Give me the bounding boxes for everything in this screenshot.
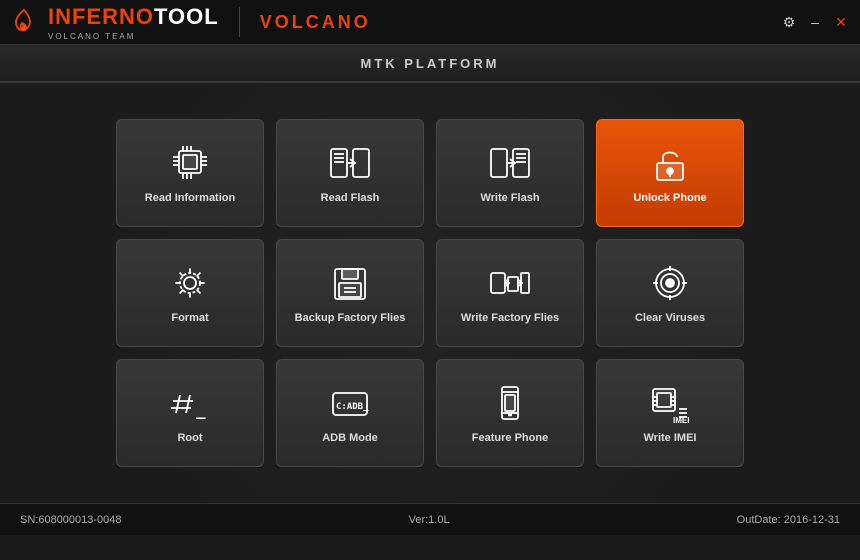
backup-factory-button[interactable]: Backup Factory Flies [276,239,424,347]
clear-viruses-button[interactable]: Clear Viruses [596,239,744,347]
window-controls: ⚙ – ✕ [780,13,850,31]
outdate: OutDate: 2016-12-31 [737,514,840,526]
unlock-phone-button[interactable]: Unlock Phone [596,119,744,227]
platform-label: MTK PLATFORM [360,56,499,71]
write-imei-button[interactable]: IMEI Write IMEI [596,359,744,467]
svg-text:C:ADB_: C:ADB_ [336,402,369,412]
logo-tool: TOOL [154,4,219,29]
clear-viruses-label: Clear Viruses [635,312,705,325]
flash-write-icon [485,141,535,186]
feature-phone-button[interactable]: Feature Phone [436,359,584,467]
adb-mode-label: ADB Mode [322,432,378,445]
factory-write-icon [485,261,535,306]
lock-open-icon [645,141,695,186]
divider [239,7,240,37]
team-name: VOLCANO TEAM [48,32,219,41]
read-flash-label: Read Flash [321,192,380,205]
adb-mode-button[interactable]: C:ADB_ ADB Mode [276,359,424,467]
backup-factory-label: Backup Factory Flies [295,312,406,325]
write-flash-label: Write Flash [480,192,539,205]
read-information-button[interactable]: Read Information [116,119,264,227]
flame-icon [10,8,38,36]
write-flash-button[interactable]: Write Flash [436,119,584,227]
product-label: VOLCANO [260,12,371,33]
status-bar: SN:608000013-0048 Ver:1.0L OutDate: 2016… [0,503,860,535]
close-button[interactable]: ✕ [832,13,850,31]
unlock-phone-label: Unlock Phone [633,192,706,205]
title-bar: INFERNOTOOL VOLCANO TEAM VOLCANO ⚙ – ✕ [0,0,860,45]
logo-inferno: INFERNO [48,4,154,29]
imei-icon: IMEI [645,381,695,426]
serial-number: SN:608000013-0048 [20,514,122,526]
button-grid: Read Information Read Flash Write Flash … [116,119,744,467]
read-information-label: Read Information [145,192,235,205]
write-factory-label: Write Factory Flies [461,312,559,325]
logo-text: INFERNOTOOL [48,4,219,30]
gear-icon [165,261,215,306]
root-button[interactable]: _ Root [116,359,264,467]
chip-icon [165,141,215,186]
format-button[interactable]: Format [116,239,264,347]
main-content: Read Information Read Flash Write Flash … [0,83,860,503]
root-label: Root [177,432,202,445]
minimize-button[interactable]: – [806,13,824,31]
hash-icon: _ [165,381,215,426]
target-icon [645,261,695,306]
title-left: INFERNOTOOL VOLCANO TEAM VOLCANO [10,4,371,41]
settings-button[interactable]: ⚙ [780,13,798,31]
version: Ver:1.0L [409,514,450,526]
read-flash-button[interactable]: Read Flash [276,119,424,227]
save-icon [325,261,375,306]
write-imei-label: Write IMEI [644,432,697,445]
adb-icon: C:ADB_ [325,381,375,426]
format-label: Format [171,312,208,325]
platform-bar: MTK PLATFORM [0,45,860,83]
logo-group: INFERNOTOOL VOLCANO TEAM [48,4,219,41]
feature-phone-label: Feature Phone [472,432,548,445]
write-factory-button[interactable]: Write Factory Flies [436,239,584,347]
phone-icon [485,381,535,426]
flash-read-icon [325,141,375,186]
svg-text:_: _ [196,400,206,419]
